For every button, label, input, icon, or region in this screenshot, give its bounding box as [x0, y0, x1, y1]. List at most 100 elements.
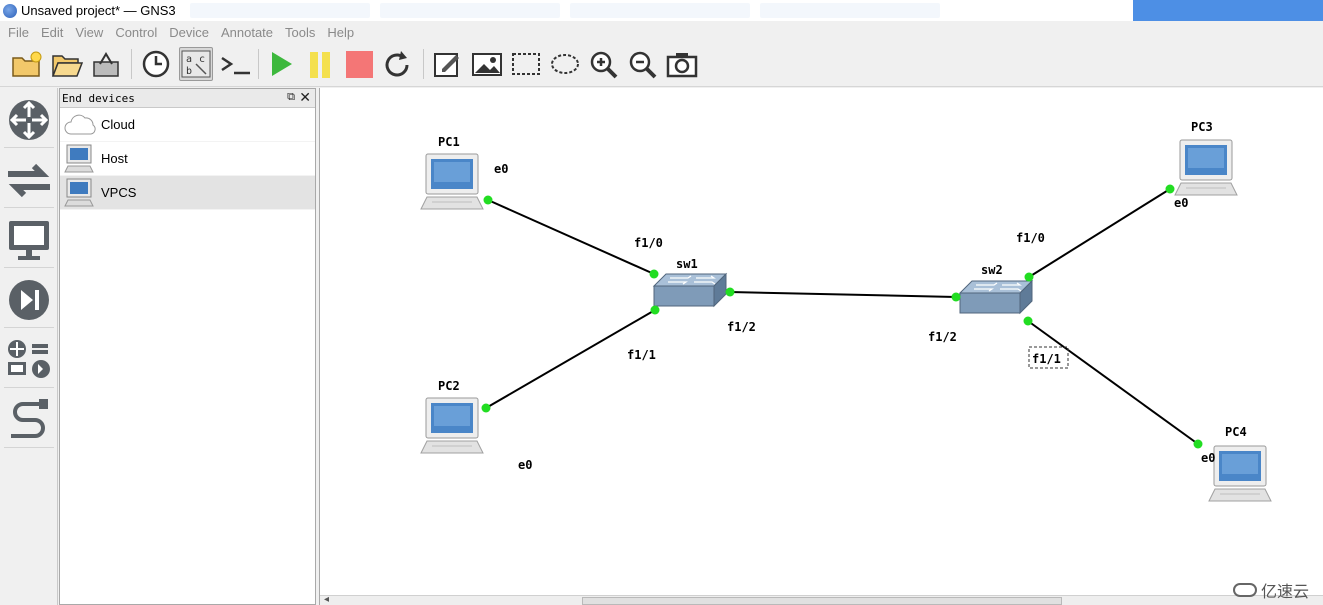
end-devices-dock: End devices ⧉ ✕ Cloud Host VPCS: [59, 88, 316, 605]
dock-close-icon[interactable]: ✕: [299, 89, 311, 106]
link-sw2-pc4[interactable]: [1027, 320, 1199, 445]
title-bar: Unsaved project* — GNS3: [0, 0, 1323, 21]
node-sw1[interactable]: [653, 273, 727, 307]
menu-view[interactable]: View: [69, 25, 109, 40]
menu-annotate[interactable]: Annotate: [215, 25, 279, 40]
interface-label[interactable]: e0: [1201, 451, 1215, 465]
node-pc2[interactable]: [420, 397, 484, 454]
link-pc1-sw1[interactable]: [487, 199, 655, 275]
port-status-dot: [649, 269, 659, 279]
show-interface-labels-button[interactable]: acb: [179, 47, 213, 81]
end-devices-button[interactable]: [4, 212, 54, 268]
console-all-button[interactable]: [219, 47, 253, 81]
open-project-button[interactable]: [50, 47, 84, 81]
zoom-out-icon: [629, 51, 657, 79]
scroll-left-icon[interactable]: ◂: [324, 594, 329, 605]
port-status-dot: [650, 305, 660, 315]
device-item-label: VPCS: [101, 185, 137, 200]
menu-control[interactable]: Control: [109, 25, 163, 40]
gns3-app-icon: [3, 3, 17, 18]
scrollbar-thumb[interactable]: [582, 597, 1062, 605]
node-label-pc2[interactable]: PC2: [438, 379, 460, 393]
interface-label[interactable]: f1/2: [727, 320, 756, 334]
host-icon: [63, 144, 97, 174]
device-type-rail: [0, 88, 58, 605]
stop-icon: [346, 51, 373, 78]
menu-help[interactable]: Help: [321, 25, 360, 40]
dock-float-icon[interactable]: ⧉: [287, 91, 295, 104]
background-window-strip: [1133, 0, 1323, 21]
menu-tools[interactable]: Tools: [279, 25, 321, 40]
interface-label[interactable]: f1/2: [928, 330, 957, 344]
zoom-in-icon: [590, 51, 618, 79]
node-label-sw1[interactable]: sw1: [676, 257, 698, 271]
device-item-vpcs[interactable]: VPCS: [60, 176, 315, 210]
snapshot-button[interactable]: [139, 47, 173, 81]
draw-rectangle-button[interactable]: [509, 47, 543, 81]
zoom-in-button[interactable]: [587, 47, 621, 81]
interface-label[interactable]: f1/1: [1032, 352, 1061, 366]
security-devices-button[interactable]: [4, 272, 54, 328]
open-folder-icon: [51, 55, 83, 77]
routers-button[interactable]: [4, 92, 54, 148]
window-title: Unsaved project* — GNS3: [21, 3, 176, 18]
insert-image-button[interactable]: [470, 47, 504, 81]
port-status-dot: [481, 403, 491, 413]
interface-labels-icon: a cb: [181, 50, 211, 78]
link-sw2-pc3[interactable]: [1028, 188, 1171, 278]
suspend-all-button[interactable]: [303, 47, 337, 81]
interface-label[interactable]: e0: [494, 162, 508, 176]
interface-label[interactable]: e0: [1174, 196, 1188, 210]
node-label-pc1[interactable]: PC1: [438, 135, 460, 149]
cable-icon: [11, 398, 48, 438]
clock-icon: [142, 50, 170, 78]
interface-label[interactable]: e0: [518, 458, 532, 472]
port-status-dot: [1193, 439, 1203, 449]
menu-file[interactable]: File: [2, 25, 35, 40]
svg-text:a: a: [186, 54, 192, 65]
horizontal-scrollbar[interactable]: ◂: [320, 594, 1323, 605]
new-project-button[interactable]: [10, 47, 44, 81]
menu-edit[interactable]: Edit: [35, 25, 69, 40]
save-project-button[interactable]: [89, 47, 123, 81]
toolbar: acb: [0, 43, 1323, 87]
add-link-button[interactable]: [4, 392, 54, 448]
start-all-button[interactable]: [264, 47, 298, 81]
interface-label[interactable]: f1/0: [1016, 231, 1045, 245]
watermark-logo-icon: [1232, 583, 1257, 597]
node-pc4[interactable]: [1208, 445, 1272, 502]
port-status-dot: [1023, 316, 1033, 326]
link-sw1-sw2[interactable]: [729, 291, 957, 298]
interface-label[interactable]: f1/0: [634, 236, 663, 250]
save-icon: [93, 52, 119, 77]
node-pc1[interactable]: [420, 153, 484, 210]
stop-all-button[interactable]: [342, 47, 376, 81]
node-label-sw2[interactable]: sw2: [981, 263, 1003, 277]
reload-all-button[interactable]: [381, 47, 415, 81]
svg-text:c: c: [199, 54, 205, 65]
add-note-button[interactable]: [431, 47, 465, 81]
zoom-out-button[interactable]: [626, 47, 660, 81]
node-label-pc4[interactable]: PC4: [1225, 425, 1247, 439]
port-status-dot: [1165, 184, 1175, 194]
topology-drawing: PC1 PC2 PC3 PC4 sw1 sw2 e0 f1/0 e0 f1/1 …: [420, 120, 1272, 502]
port-status-dot: [483, 195, 493, 205]
switches-button[interactable]: [4, 152, 54, 208]
interface-label[interactable]: f1/1: [627, 348, 656, 362]
device-item-host[interactable]: Host: [60, 142, 315, 176]
switch-arrows-icon: [8, 163, 50, 197]
menu-device[interactable]: Device: [163, 25, 215, 40]
draw-ellipse-button[interactable]: [548, 47, 582, 81]
vpcs-icon: [63, 178, 97, 208]
screenshot-button[interactable]: [665, 47, 699, 81]
background-taskbar: [190, 3, 940, 18]
node-sw2[interactable]: [959, 280, 1033, 314]
device-item-label: Host: [101, 151, 128, 166]
topology-canvas[interactable]: PC1 PC2 PC3 PC4 sw1 sw2 e0 f1/0 e0 f1/1 …: [319, 88, 1323, 605]
menu-bar: File Edit View Control Device Annotate T…: [0, 21, 1323, 43]
node-pc3[interactable]: [1174, 139, 1238, 196]
node-label-pc3[interactable]: PC3: [1191, 120, 1213, 134]
device-item-cloud[interactable]: Cloud: [60, 108, 315, 142]
all-devices-button[interactable]: [4, 332, 54, 388]
edit-note-icon: [434, 53, 459, 77]
